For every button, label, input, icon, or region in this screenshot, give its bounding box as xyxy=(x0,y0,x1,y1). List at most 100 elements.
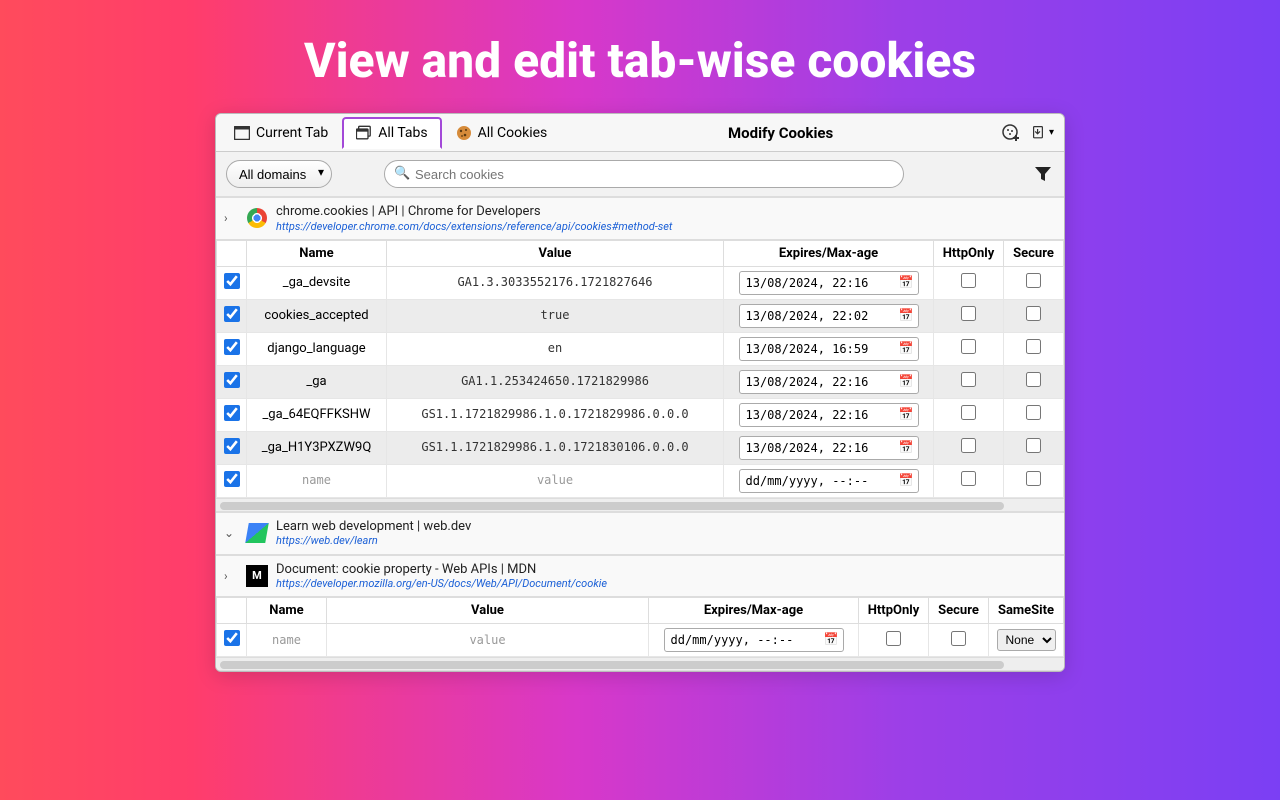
tab-label: All Tabs xyxy=(378,125,427,141)
table-row: _ga_devsiteGA1.3.3033552176.1721827646📅 xyxy=(217,266,1064,299)
col-httponly: HttpOnly xyxy=(859,598,929,624)
expires-input[interactable] xyxy=(664,628,844,652)
secure-checkbox[interactable] xyxy=(1026,438,1041,453)
horizontal-scrollbar[interactable] xyxy=(216,498,1064,512)
httponly-checkbox[interactable] xyxy=(961,405,976,420)
secure-checkbox[interactable] xyxy=(1026,306,1041,321)
add-cookie-icon[interactable] xyxy=(1000,122,1022,144)
cookie-value[interactable]: true xyxy=(541,308,570,322)
horizontal-scrollbar[interactable] xyxy=(216,657,1064,671)
cookie-table-chrome: Name Value Expires/Max-age HttpOnly Secu… xyxy=(216,240,1064,498)
value-placeholder[interactable]: value xyxy=(537,473,573,487)
col-httponly: HttpOnly xyxy=(934,240,1004,266)
row-checkbox[interactable] xyxy=(224,405,240,421)
row-checkbox[interactable] xyxy=(224,306,240,322)
table-row: _ga_64EQFFKSHW GS1.1.1721829986.1.0.17218… xyxy=(217,398,1064,431)
section-title: chrome.cookies | API | Chrome for Develo… xyxy=(276,204,672,220)
export-menu-icon[interactable]: ▾ xyxy=(1032,122,1054,144)
cookie-value[interactable]: GA1.1.253424650.1721829986 xyxy=(461,374,649,388)
cookie-value[interactable]: GA1.3.3033552176.1721827646 xyxy=(457,275,652,289)
httponly-checkbox[interactable] xyxy=(961,471,976,486)
name-placeholder[interactable]: name xyxy=(302,473,331,487)
section-header-mdn[interactable]: › M Document: cookie property - Web APIs… xyxy=(216,555,1064,598)
chevron-right-icon: › xyxy=(224,211,238,225)
col-secure: Secure xyxy=(929,598,989,624)
section-url: https://web.dev/learn xyxy=(276,534,471,547)
httponly-checkbox[interactable] xyxy=(961,273,976,288)
tab-current-tab[interactable]: Current Tab xyxy=(222,119,340,147)
expires-input[interactable] xyxy=(739,271,919,295)
cookie-name[interactable]: cookies_accepted xyxy=(247,299,387,332)
cookie-value[interactable]: en xyxy=(548,341,562,355)
row-checkbox[interactable] xyxy=(224,339,240,355)
tab-all-cookies[interactable]: All Cookies xyxy=(444,119,560,147)
cookie-name[interactable]: django_language xyxy=(247,332,387,365)
extension-panel: Current Tab All Tabs All Cookies Modify … xyxy=(215,113,1065,672)
cookie-name[interactable]: _ga_H1Y3PXZW9Q xyxy=(247,431,387,464)
search-icon: 🔍 xyxy=(394,166,410,181)
expires-input[interactable] xyxy=(739,403,919,427)
col-name: Name xyxy=(247,240,387,266)
row-checkbox[interactable] xyxy=(224,372,240,388)
window-icon xyxy=(234,125,250,141)
page-headline: View and edit tab-wise cookies xyxy=(0,0,1280,113)
httponly-checkbox[interactable] xyxy=(961,372,976,387)
secure-checkbox[interactable] xyxy=(1026,372,1041,387)
section-header-chrome[interactable]: › chrome.cookies | API | Chrome for Deve… xyxy=(216,197,1064,240)
cookie-name[interactable]: _ga_devsite xyxy=(247,266,387,299)
webdev-favicon-icon xyxy=(246,522,268,544)
tabbar: Current Tab All Tabs All Cookies Modify … xyxy=(216,114,1064,152)
cookie-icon xyxy=(456,125,472,141)
samesite-select[interactable]: None xyxy=(997,629,1056,651)
tab-all-tabs[interactable]: All Tabs xyxy=(342,117,441,149)
secure-checkbox[interactable] xyxy=(1026,339,1041,354)
cookie-name[interactable]: _ga_64EQFFKSHW xyxy=(247,398,387,431)
chevron-right-icon: › xyxy=(224,569,238,583)
expires-input[interactable] xyxy=(739,469,919,493)
row-checkbox[interactable] xyxy=(224,471,240,487)
cookie-value[interactable]: GS1.1.1721829986.1.0.1721830106.0.0.0 xyxy=(421,440,688,454)
section-header-webdev[interactable]: ⌄ Learn web development | web.dev https:… xyxy=(216,512,1064,555)
row-checkbox[interactable] xyxy=(224,438,240,454)
col-value: Value xyxy=(387,240,724,266)
section-title: Document: cookie property - Web APIs | M… xyxy=(276,562,607,578)
httponly-checkbox[interactable] xyxy=(961,306,976,321)
expires-input[interactable] xyxy=(739,436,919,460)
table-row: cookies_acceptedtrue📅 xyxy=(217,299,1064,332)
col-expires: Expires/Max-age xyxy=(724,240,934,266)
expires-input[interactable] xyxy=(739,370,919,394)
httponly-checkbox[interactable] xyxy=(961,339,976,354)
tab-label: All Cookies xyxy=(478,125,548,141)
secure-checkbox[interactable] xyxy=(951,631,966,646)
secure-checkbox[interactable] xyxy=(1026,405,1041,420)
chrome-favicon-icon xyxy=(246,207,268,229)
cookie-value[interactable]: GS1.1.1721829986.1.0.1721829986.0.0.0 xyxy=(421,407,688,421)
new-cookie-row: name value 📅 None xyxy=(217,624,1064,657)
domain-select[interactable]: All domains xyxy=(226,160,332,188)
table-row: _gaGA1.1.253424650.1721829986📅 xyxy=(217,365,1064,398)
name-placeholder[interactable]: name xyxy=(272,633,301,647)
filter-bar: All domains 🔍 xyxy=(216,152,1064,197)
search-input[interactable] xyxy=(384,160,904,188)
chevron-down-icon: ⌄ xyxy=(224,526,238,540)
httponly-checkbox[interactable] xyxy=(961,438,976,453)
expires-input[interactable] xyxy=(739,304,919,328)
table-row: _ga_H1Y3PXZW9Q GS1.1.1721829986.1.0.17218… xyxy=(217,431,1064,464)
value-placeholder[interactable]: value xyxy=(469,633,505,647)
secure-checkbox[interactable] xyxy=(1026,471,1041,486)
new-cookie-row: namevalue📅 xyxy=(217,464,1064,497)
col-expires: Expires/Max-age xyxy=(649,598,859,624)
section-title: Learn web development | web.dev xyxy=(276,519,471,535)
cookie-name[interactable]: _ga xyxy=(247,365,387,398)
section-url: https://developer.mozilla.org/en-US/docs… xyxy=(276,577,607,590)
col-samesite: SameSite xyxy=(989,598,1064,624)
row-checkbox[interactable] xyxy=(224,630,240,646)
mdn-favicon-icon: M xyxy=(246,565,268,587)
secure-checkbox[interactable] xyxy=(1026,273,1041,288)
cookie-table-mdn: Name Value Expires/Max-age HttpOnly Secu… xyxy=(216,597,1064,657)
col-secure: Secure xyxy=(1004,240,1064,266)
filter-icon[interactable] xyxy=(1032,163,1054,185)
expires-input[interactable] xyxy=(739,337,919,361)
httponly-checkbox[interactable] xyxy=(886,631,901,646)
row-checkbox[interactable] xyxy=(224,273,240,289)
